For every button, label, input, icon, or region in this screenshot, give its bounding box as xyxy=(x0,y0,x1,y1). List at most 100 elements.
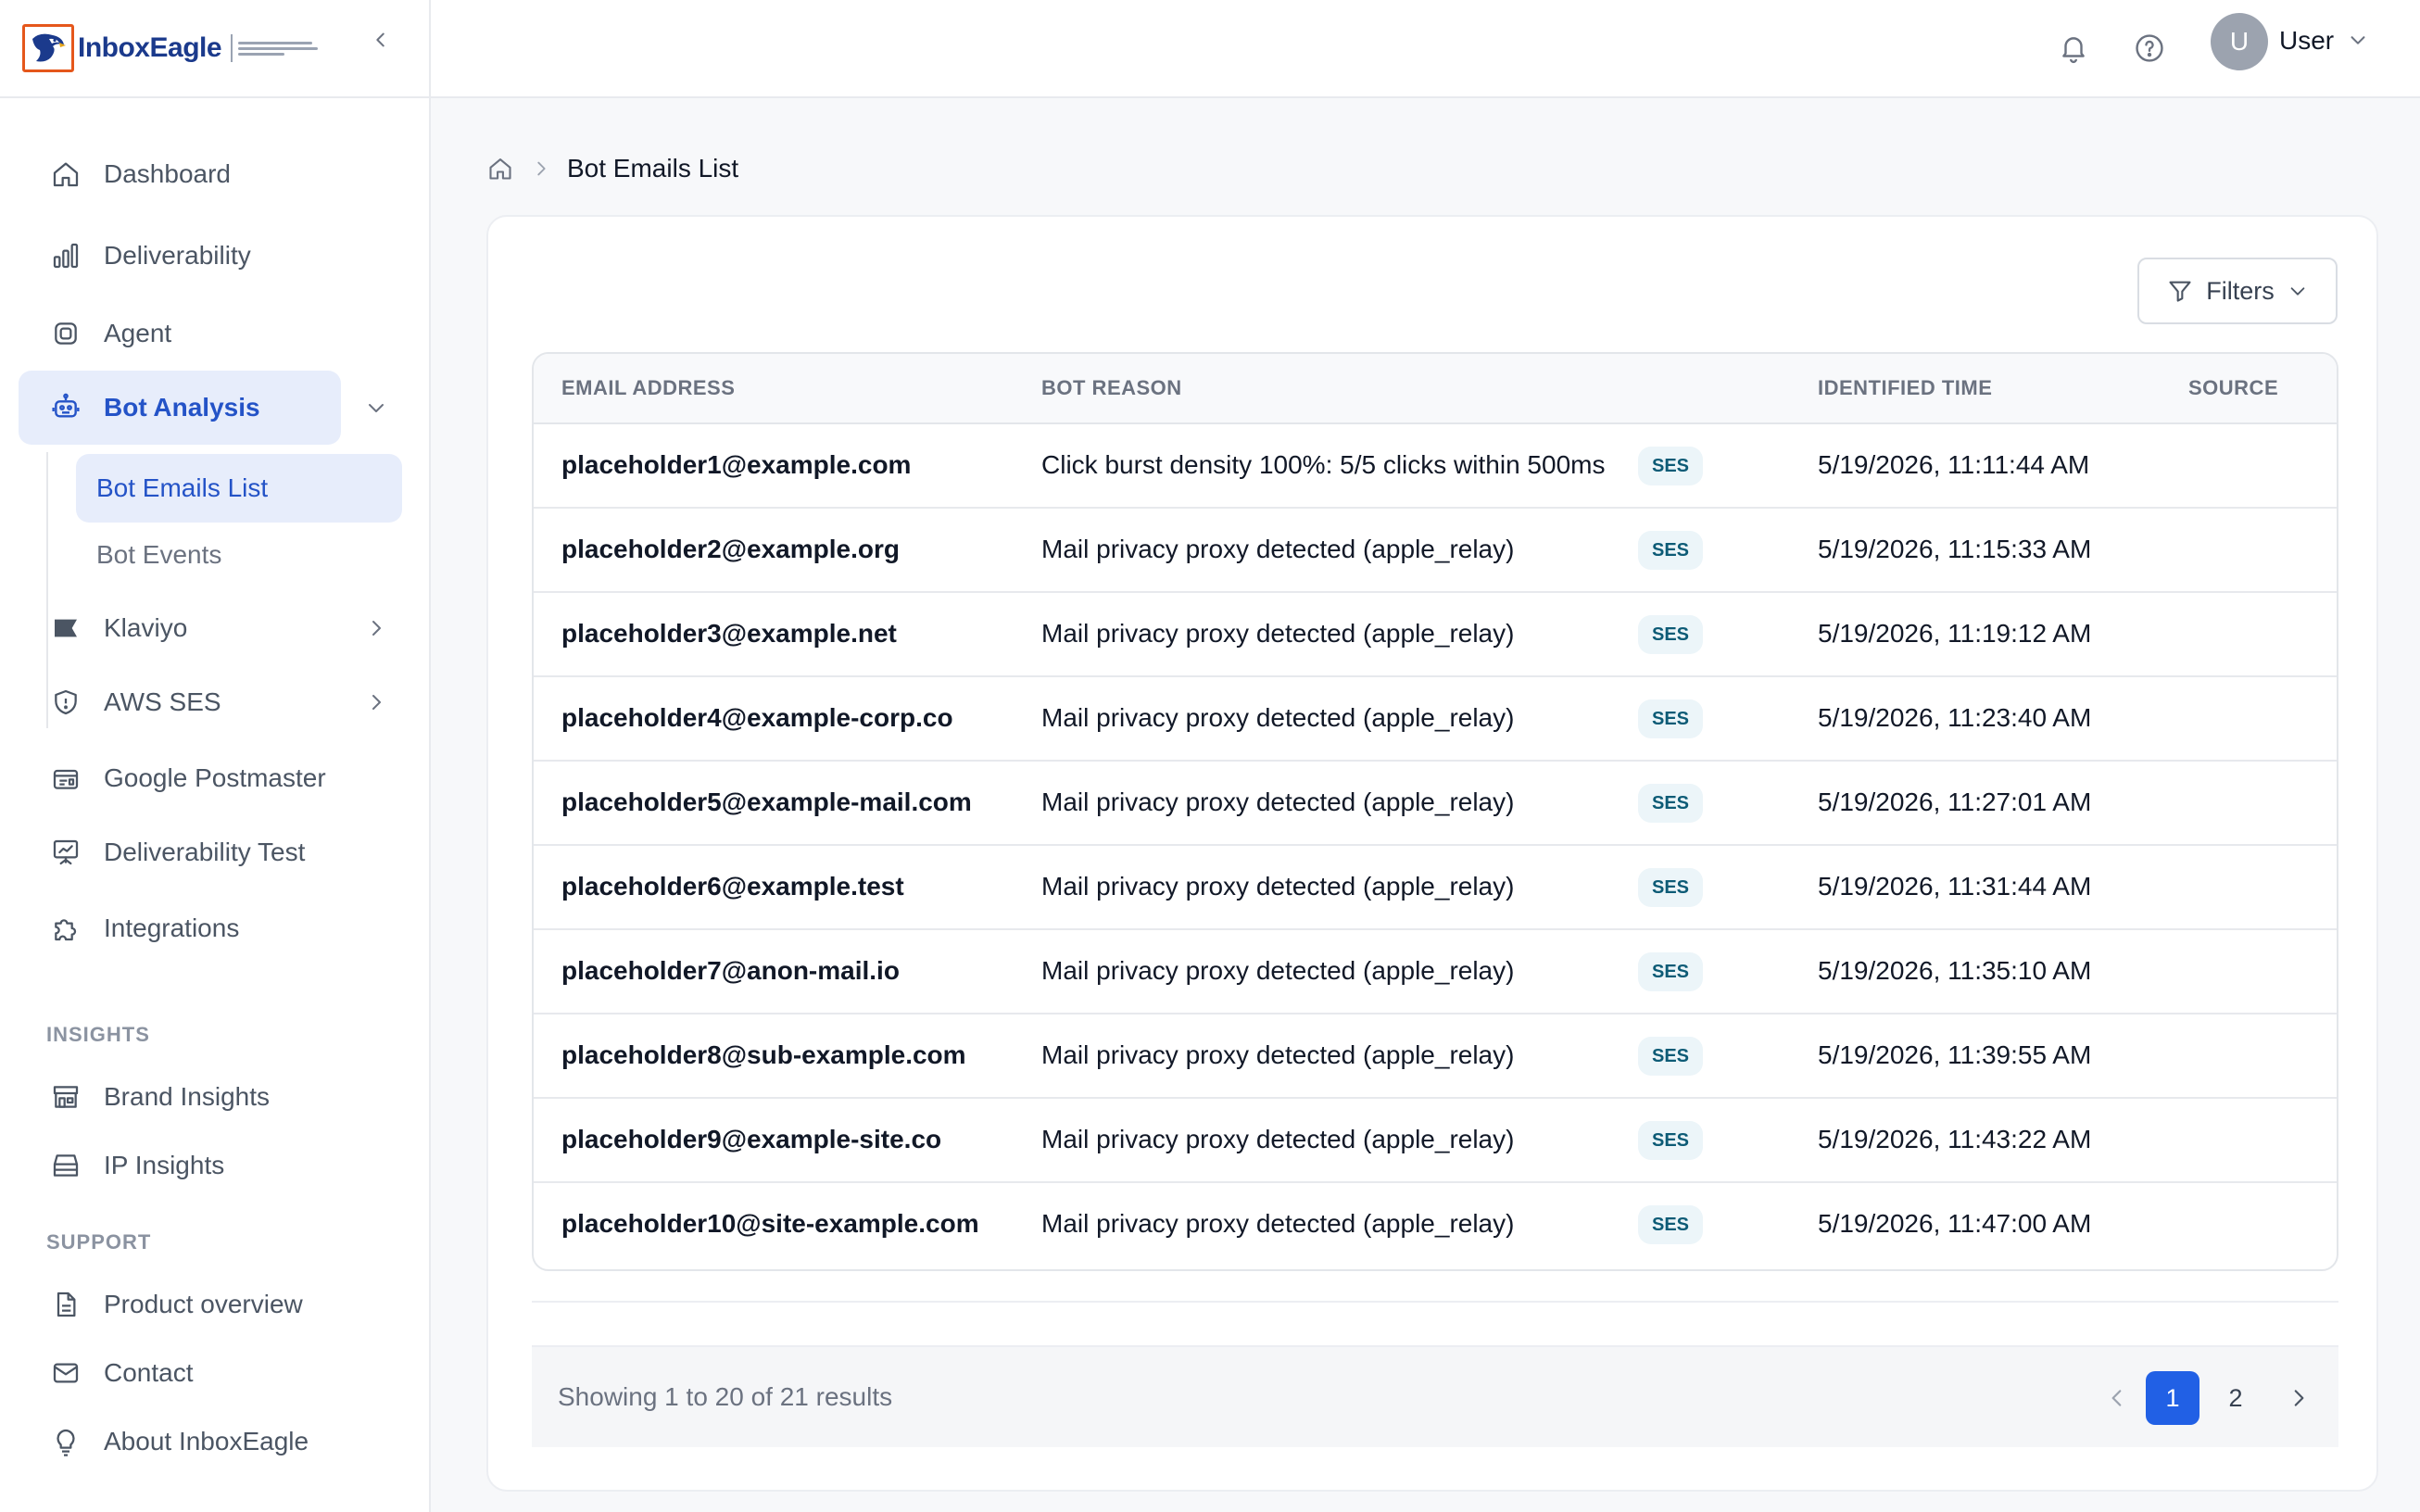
source-badge: SES xyxy=(1638,531,1703,570)
sidebar-item-ip-insights[interactable]: IP Insights xyxy=(19,1128,341,1203)
sidebar-item-label: About InboxEagle xyxy=(104,1427,309,1455)
table-row[interactable]: placeholder3@example.net Mail privacy pro… xyxy=(534,593,2337,677)
bot-reason-cell: Mail privacy proxy detected (apple_relay… xyxy=(1041,1040,1515,1069)
email-address-cell: placeholder4@example-corp.co xyxy=(561,703,953,732)
sidebar-item-integrations[interactable]: Integrations xyxy=(19,891,341,965)
sidebar-item-about[interactable]: About InboxEagle xyxy=(19,1405,341,1479)
table-row[interactable]: placeholder10@site-example.com Mail priva… xyxy=(534,1183,2337,1267)
sidebar-subitem-label: Bot Events xyxy=(96,540,222,569)
email-address-cell: placeholder8@sub-example.com xyxy=(561,1040,966,1069)
email-address-cell: placeholder2@example.org xyxy=(561,535,900,563)
sidebar-item-label: Deliverability Test xyxy=(104,838,306,866)
page-button-1[interactable]: 1 xyxy=(2146,1371,2199,1425)
previous-page-button[interactable] xyxy=(2092,1373,2142,1423)
brand-name: InboxEagle xyxy=(78,32,222,63)
email-address-cell: placeholder6@example.test xyxy=(561,872,904,901)
source-badge: SES xyxy=(1638,868,1703,907)
source-badge: SES xyxy=(1638,1037,1703,1076)
document-icon xyxy=(48,1287,83,1322)
sidebar-item-label: Agent xyxy=(104,319,172,347)
column-header-bot-reason[interactable]: BOT REASON xyxy=(1041,376,1182,400)
chevron-left-icon xyxy=(376,32,384,47)
avatar[interactable]: U xyxy=(2211,13,2268,70)
sidebar-subitem-bot-events[interactable]: Bot Events xyxy=(76,521,402,589)
collapse-sidebar-button[interactable] xyxy=(367,26,395,54)
table-row[interactable]: placeholder4@example-corp.co Mail privacy… xyxy=(534,677,2337,762)
column-header-email[interactable]: EMAIL ADDRESS xyxy=(561,376,735,400)
results-summary: Showing 1 to 20 of 21 results xyxy=(558,1382,893,1411)
chevron-left-icon xyxy=(2111,1390,2122,1406)
sidebar-item-label: Bot Analysis xyxy=(104,393,260,422)
divider xyxy=(532,1301,2338,1303)
sidebar-item-brand-insights[interactable]: Brand Insights xyxy=(19,1060,341,1134)
sidebar-item-product-overview[interactable]: Product overview xyxy=(19,1267,341,1342)
chevron-right-icon xyxy=(2294,1390,2304,1406)
sidebar-item-label: Contact xyxy=(104,1358,194,1387)
identified-time-cell: 5/19/2026, 11:43:22 AM xyxy=(1818,1125,2092,1153)
breadcrumb: Bot Emails List xyxy=(485,150,738,187)
notifications-button[interactable] xyxy=(2049,24,2098,72)
next-page-button[interactable] xyxy=(2274,1373,2324,1423)
email-address-cell: placeholder7@anon-mail.io xyxy=(561,956,900,985)
chevron-right-icon[interactable] xyxy=(361,687,391,717)
help-button[interactable] xyxy=(2125,24,2174,72)
table-row[interactable]: placeholder5@example-mail.com Mail privac… xyxy=(534,762,2337,846)
chevron-down-icon[interactable] xyxy=(361,393,391,422)
sidebar: InboxEagle Dashboard Deliverability Agen… xyxy=(0,0,431,1512)
bot-reason-cell: Mail privacy proxy detected (apple_relay… xyxy=(1041,619,1515,648)
bot-reason-cell: Mail privacy proxy detected (apple_relay… xyxy=(1041,1125,1515,1153)
sidebar-item-agent[interactable]: Agent xyxy=(19,296,341,371)
sidebar-item-aws-ses[interactable]: AWS SES xyxy=(19,665,381,739)
sidebar-item-klaviyo[interactable]: Klaviyo xyxy=(19,591,381,665)
chevron-down-icon xyxy=(2290,287,2305,296)
identified-time-cell: 5/19/2026, 11:15:33 AM xyxy=(1818,535,2092,563)
sidebar-item-label: Google Postmaster xyxy=(104,763,326,792)
source-badge: SES xyxy=(1638,1205,1703,1244)
email-address-cell: placeholder9@example-site.co xyxy=(561,1125,942,1153)
filter-icon xyxy=(2169,281,2191,302)
filters-button[interactable]: Filters xyxy=(2137,258,2338,324)
mail-icon xyxy=(48,1355,83,1391)
sidebar-item-deliverability-test[interactable]: Deliverability Test xyxy=(19,815,341,889)
column-header-source[interactable]: SOURCE xyxy=(2188,376,2278,400)
chevron-right-icon[interactable] xyxy=(361,613,391,643)
breadcrumb-home-icon[interactable] xyxy=(485,154,515,183)
identified-time-cell: 5/19/2026, 11:31:44 AM xyxy=(1818,872,2092,901)
bot-reason-cell: Mail privacy proxy detected (apple_relay… xyxy=(1041,1209,1515,1238)
identified-time-cell: 5/19/2026, 11:39:55 AM xyxy=(1818,1040,2092,1069)
table-row[interactable]: placeholder6@example.test Mail privacy pr… xyxy=(534,846,2337,930)
sidebar-item-label: IP Insights xyxy=(104,1151,225,1179)
sidebar-item-label: Product overview xyxy=(104,1290,303,1318)
user-menu-chevron-down-icon[interactable] xyxy=(2344,26,2372,54)
sidebar-item-bot-analysis[interactable]: Bot Analysis xyxy=(19,371,384,445)
identified-time-cell: 5/19/2026, 11:23:40 AM xyxy=(1818,703,2092,732)
bar-chart-icon xyxy=(48,238,83,273)
email-address-cell: placeholder3@example.net xyxy=(561,619,897,648)
page-button-2[interactable]: 2 xyxy=(2209,1371,2262,1425)
sidebar-item-contact[interactable]: Contact xyxy=(19,1336,341,1410)
section-label-support: SUPPORT xyxy=(46,1230,152,1254)
identified-time-cell: 5/19/2026, 11:35:10 AM xyxy=(1818,956,2092,985)
table-row[interactable]: placeholder1@example.com Click burst dens… xyxy=(534,424,2337,509)
chip-icon xyxy=(48,316,83,351)
table-row[interactable]: placeholder8@sub-example.com Mail privacy… xyxy=(534,1014,2337,1099)
source-badge: SES xyxy=(1638,615,1703,654)
identified-time-cell: 5/19/2026, 11:47:00 AM xyxy=(1818,1209,2092,1238)
column-header-identified-time[interactable]: IDENTIFIED TIME xyxy=(1818,376,1992,400)
sidebar-item-google-postmaster[interactable]: Google Postmaster xyxy=(19,741,341,815)
sidebar-subitem-bot-emails-list[interactable]: Bot Emails List xyxy=(76,454,402,523)
sidebar-item-label: Brand Insights xyxy=(104,1082,270,1111)
table-header: EMAIL ADDRESS BOT REASON IDENTIFIED TIME… xyxy=(534,354,2337,424)
help-circle-icon xyxy=(2136,34,2163,62)
table-row[interactable]: placeholder9@example-site.co Mail privacy… xyxy=(534,1099,2337,1183)
user-name[interactable]: User xyxy=(2279,26,2334,56)
bot-emails-table: EMAIL ADDRESS BOT REASON IDENTIFIED TIME… xyxy=(532,352,2338,1271)
sidebar-item-deliverability[interactable]: Deliverability xyxy=(19,219,341,293)
sidebar-item-dashboard[interactable]: Dashboard xyxy=(19,137,341,211)
puzzle-icon xyxy=(48,911,83,946)
eagle-logo-icon xyxy=(22,24,74,72)
table-row[interactable]: placeholder7@anon-mail.io Mail privacy pr… xyxy=(534,930,2337,1014)
table-row[interactable]: placeholder2@example.org Mail privacy pro… xyxy=(534,509,2337,593)
sidebar-item-label: Integrations xyxy=(104,914,240,942)
bot-reason-cell: Click burst density 100%: 5/5 clicks wit… xyxy=(1041,450,1606,479)
